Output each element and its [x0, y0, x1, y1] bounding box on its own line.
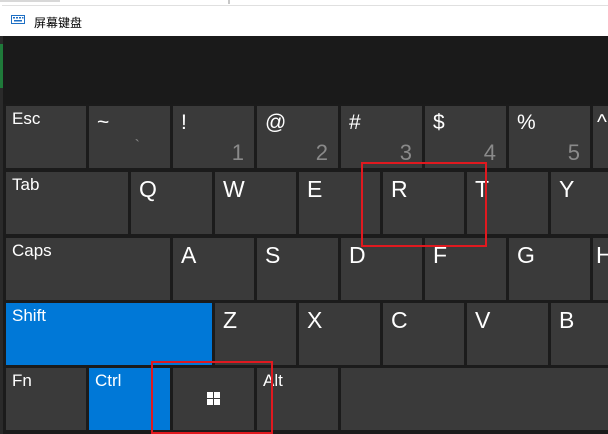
on-screen-keyboard: Esc ~ ` ! 1 @ 2 # 3 $ 4 % 5 ^ Tab Q W E … — [3, 36, 608, 434]
top-edge-divider — [228, 0, 230, 4]
key-label: Z — [223, 307, 238, 333]
key-label: X — [307, 307, 323, 333]
keyboard-icon — [11, 15, 25, 24]
title-bar[interactable]: 屏幕键盘 — [2, 5, 608, 36]
key-label: H — [596, 242, 608, 268]
keyboard-text-area — [3, 36, 608, 104]
key-label: V — [475, 307, 491, 333]
key-4[interactable]: $ 4 — [425, 106, 506, 168]
key-label: G — [517, 242, 535, 268]
key-2[interactable]: @ 2 — [257, 106, 338, 168]
key-label: S — [265, 242, 281, 268]
key-3[interactable]: # 3 — [341, 106, 422, 168]
key-1[interactable]: ! 1 — [173, 106, 254, 168]
key-s[interactable]: S — [257, 238, 338, 300]
key-label: Q — [139, 176, 157, 202]
key-6[interactable]: ^ — [593, 106, 608, 168]
key-label: C — [391, 307, 408, 333]
key-space[interactable] — [341, 368, 608, 430]
key-tilde[interactable]: ~ ` — [89, 106, 170, 168]
key-label: Fn — [12, 371, 32, 390]
key-y[interactable]: Y — [551, 172, 608, 234]
key-top-label: % — [517, 111, 536, 134]
key-top-label: @ — [265, 111, 287, 134]
key-label: Caps — [12, 241, 52, 260]
key-v[interactable]: V — [467, 303, 548, 365]
key-label: F — [433, 242, 448, 268]
key-tab[interactable]: Tab — [6, 172, 128, 234]
key-f[interactable]: F — [425, 238, 506, 300]
highlight-r-key — [361, 162, 487, 247]
key-label: E — [307, 176, 323, 202]
key-label: Y — [559, 176, 575, 202]
top-edge-segment — [0, 0, 60, 2]
key-label: Ctrl — [95, 371, 122, 390]
key-q[interactable]: Q — [131, 172, 212, 234]
key-top-label: ^ — [597, 111, 607, 134]
key-label: D — [349, 242, 366, 268]
key-label: A — [181, 242, 197, 268]
key-label: W — [223, 176, 245, 202]
key-z[interactable]: Z — [215, 303, 296, 365]
key-bottom-label: 1 — [231, 140, 244, 165]
key-g[interactable]: G — [509, 238, 590, 300]
key-5[interactable]: % 5 — [509, 106, 590, 168]
key-top-label: $ — [433, 111, 445, 134]
highlight-windows-key — [151, 361, 273, 434]
key-caps[interactable]: Caps — [6, 238, 170, 300]
key-d[interactable]: D — [341, 238, 422, 300]
key-a[interactable]: A — [173, 238, 254, 300]
key-b[interactable]: B — [551, 303, 608, 365]
key-label: Shift — [12, 306, 47, 325]
key-w[interactable]: W — [215, 172, 296, 234]
key-label: Tab — [12, 175, 40, 194]
key-shift[interactable]: Shift — [6, 303, 212, 365]
key-top-label: ~ — [97, 111, 110, 134]
key-esc[interactable]: Esc — [6, 106, 86, 168]
key-top-label: ! — [181, 111, 187, 134]
key-bottom-label: 5 — [567, 140, 580, 165]
key-label: Esc — [12, 109, 41, 128]
key-c[interactable]: C — [383, 303, 464, 365]
key-bottom-label: ` — [134, 138, 140, 155]
key-bottom-label: 2 — [315, 140, 328, 165]
key-h[interactable]: H — [593, 238, 608, 300]
top-edge — [0, 0, 608, 4]
key-top-label: # — [349, 111, 361, 134]
key-fn[interactable]: Fn — [6, 368, 86, 430]
key-x[interactable]: X — [299, 303, 380, 365]
key-label: B — [559, 307, 575, 333]
window-title: 屏幕键盘 — [34, 16, 83, 30]
